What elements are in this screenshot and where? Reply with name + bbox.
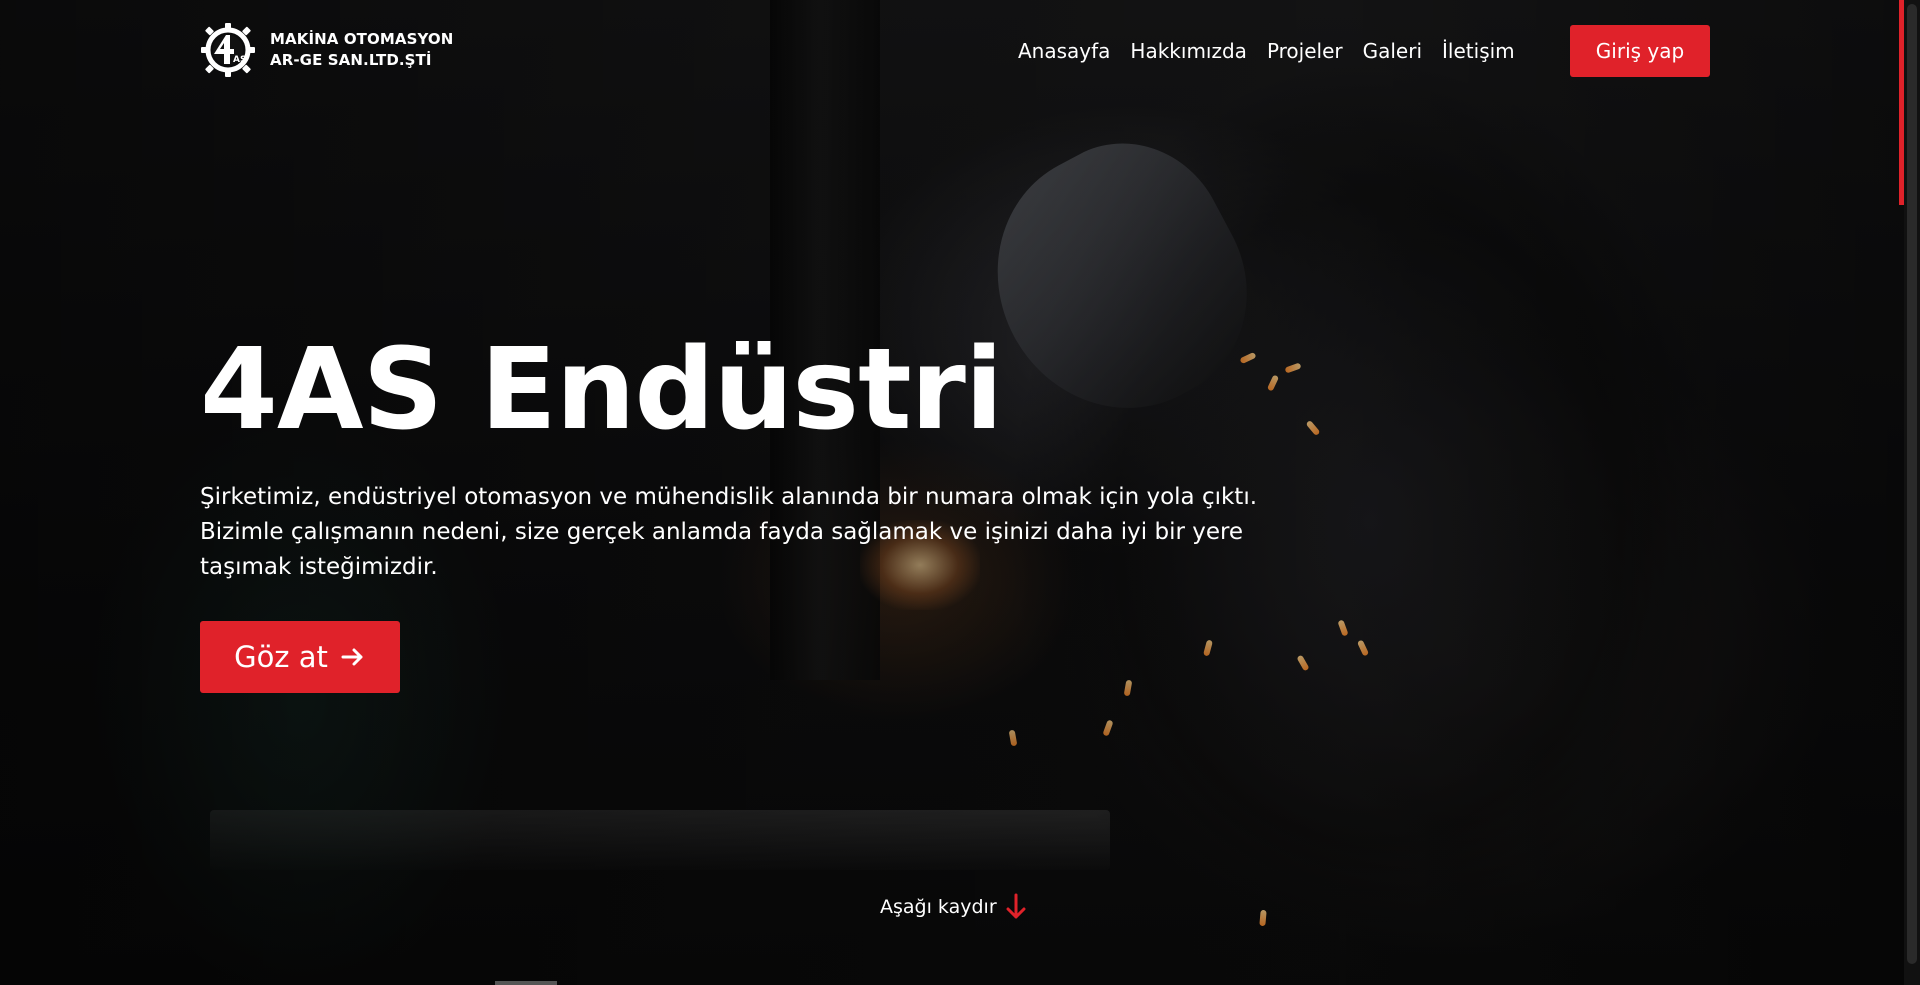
- browse-button-label: Göz at: [234, 640, 328, 674]
- nav-item-projeler[interactable]: Projeler: [1257, 36, 1353, 66]
- page-scrollbar-thumb[interactable]: [1907, 4, 1917, 964]
- background-bench: [210, 810, 1110, 870]
- background-spark: [1008, 729, 1018, 747]
- brand-line-1: MAKİNA OTOMASYON: [270, 30, 454, 48]
- browse-button[interactable]: Göz at: [200, 621, 400, 693]
- background-spark: [1102, 719, 1114, 737]
- nav-item-anasayfa[interactable]: Anasayfa: [1018, 36, 1120, 66]
- gear-4as-logo-icon: AS: [201, 23, 255, 77]
- hero-description: Şirketimiz, endüstriyel otomasyon ve müh…: [200, 484, 1258, 580]
- arrow-down-icon: [1006, 893, 1026, 919]
- background-spark: [1259, 909, 1267, 927]
- bottom-indicator: [495, 981, 557, 985]
- arrow-right-icon: [341, 648, 363, 666]
- nav-item-hakkimizda[interactable]: Hakkımızda: [1120, 36, 1257, 66]
- brand-logo-link[interactable]: AS MAKİNA OTOMASYON AR-GE SAN.LTD.ŞTİ: [200, 22, 453, 78]
- background-spark: [1356, 639, 1370, 657]
- hero-section: 4AS Endüstri Şirketimiz, endüstriyel oto…: [200, 330, 1320, 693]
- login-button[interactable]: Giriş yap: [1570, 25, 1710, 77]
- svg-text:AS: AS: [233, 55, 246, 65]
- nav-item-iletisim[interactable]: İletişim: [1432, 36, 1525, 66]
- site-header: AS MAKİNA OTOMASYON AR-GE SAN.LTD.ŞTİ An…: [0, 0, 1920, 100]
- hero-title: 4AS Endüstri: [200, 325, 1003, 455]
- page-scrollbar[interactable]: [1904, 0, 1920, 985]
- main-nav: Anasayfa Hakkımızda Projeler Galeri İlet…: [1018, 36, 1525, 66]
- background-spark: [1337, 619, 1349, 637]
- scroll-down-link[interactable]: Aşağı kaydır: [880, 893, 1027, 921]
- brand-name: MAKİNA OTOMASYON AR-GE SAN.LTD.ŞTİ: [270, 30, 453, 70]
- page: AS MAKİNA OTOMASYON AR-GE SAN.LTD.ŞTİ An…: [0, 0, 1920, 985]
- nav-item-galeri[interactable]: Galeri: [1353, 36, 1432, 66]
- scroll-down-label: Aşağı kaydır: [880, 896, 997, 918]
- brand-line-2: AR-GE SAN.LTD.ŞTİ: [270, 51, 432, 69]
